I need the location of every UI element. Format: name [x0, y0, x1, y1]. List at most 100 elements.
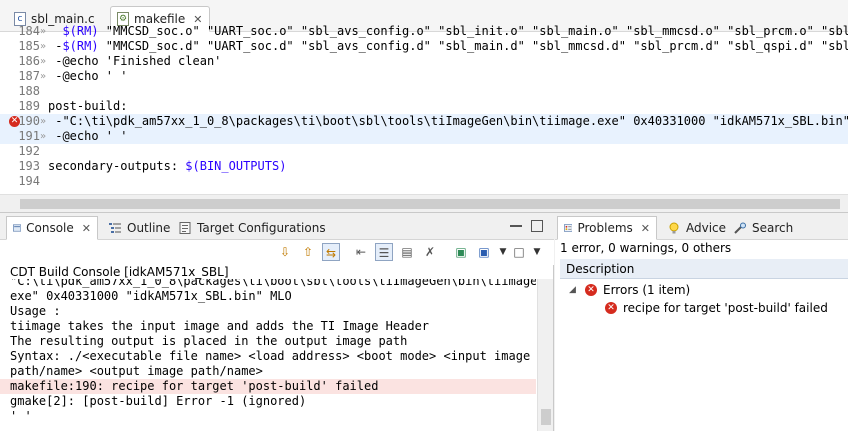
code-text: -$(RM) "MMCSD_soc.d" "UART_soc.d" "sbl_a…	[48, 39, 848, 54]
error-group-label: Errors (1 item)	[603, 283, 691, 297]
outline-icon	[109, 223, 121, 233]
problem-item-row[interactable]: ✕ recipe for target 'post-build' failed	[605, 299, 828, 317]
tab-advice[interactable]: Advice	[661, 216, 732, 240]
tab-search[interactable]: Search	[727, 216, 799, 240]
problems-summary: 1 error, 0 warnings, 0 others	[560, 241, 732, 255]
close-icon[interactable]: ✕	[641, 222, 650, 235]
error-group-row[interactable]: ◢ ✕ Errors (1 item)	[569, 281, 690, 299]
problem-item-label: recipe for target 'post-build' failed	[623, 301, 828, 315]
scroll-up-icon[interactable]: ⇧	[299, 243, 317, 261]
code-line[interactable]: 193 secondary-outputs: $(BIN_OUTPUTS)	[0, 159, 848, 174]
code-token: -@echo ' '	[48, 129, 128, 143]
tab-problems[interactable]: Problems ✕	[557, 216, 657, 240]
console-icon	[13, 224, 22, 232]
show-console-icon[interactable]: ☰	[375, 243, 393, 261]
display-console-icon[interactable]: ▣	[475, 243, 493, 261]
console-line: gmake[2]: [post-build] Error -1 (ignored…	[10, 394, 307, 408]
make-variable: $(BIN_OUTPUTS)	[185, 159, 287, 173]
code-token: -@echo ' '	[48, 69, 128, 83]
code-text: post-build:	[48, 99, 127, 114]
code-token: "MMCSD_soc.o" "UART_soc.o" "sbl_avs_conf…	[98, 24, 848, 38]
code-line[interactable]: 192	[0, 144, 848, 159]
line-number: 186	[18, 54, 40, 68]
code-line[interactable]: 188	[0, 84, 848, 99]
expand-arrow-icon[interactable]: ◢	[569, 281, 579, 299]
console-toolbar: ⇩ ⇧ ⇆ ⇤ ☰ ▤ ✗ ▣ ▣ ▼ □ ▼	[0, 240, 554, 265]
code-line[interactable]: 194	[0, 174, 848, 189]
remove-console-icon[interactable]: ✗	[421, 243, 439, 261]
new-console-icon[interactable]: □	[510, 243, 528, 261]
tab-marker: »	[40, 116, 47, 127]
line-number: 192	[18, 144, 40, 158]
console-line: Syntax: ./<executable file name> <load a…	[10, 349, 531, 363]
pin-console-icon[interactable]: ▣	[452, 243, 470, 261]
line-number: 193	[18, 159, 40, 173]
minimize-button[interactable]	[510, 225, 522, 227]
code-token: -@echo 'Finished clean'	[48, 54, 222, 68]
console-panel: Console ✕ Outline Target Configurations …	[0, 213, 554, 431]
error-icon: ✕	[585, 284, 597, 296]
code-text: -@echo ' '	[48, 129, 127, 144]
make-variable: $(RM)	[62, 39, 99, 53]
code-token: "MMCSD_soc.d" "UART_soc.d" "sbl_avs_conf…	[98, 39, 848, 53]
console-line: The resulting output is placed in the ou…	[10, 334, 408, 348]
tab-label: Console	[26, 221, 74, 235]
error-icon: ✕	[605, 302, 617, 314]
console-line: tiimage takes the input image and adds t…	[10, 319, 430, 333]
tab-label: Outline	[127, 221, 171, 235]
scrollbar-thumb[interactable]	[20, 199, 840, 209]
clear-console-icon[interactable]: ▤	[398, 243, 416, 261]
tab-label: Target Configurations	[197, 221, 326, 235]
word-wrap-icon[interactable]: ⇤	[352, 243, 370, 261]
console-title: CDT Build Console [idkAM571x_SBL]	[10, 265, 229, 279]
code-token: -	[48, 39, 63, 53]
code-text: $(RM) "MMCSD_soc.o" "UART_soc.o" "sbl_av…	[48, 24, 848, 39]
close-icon[interactable]: ✕	[82, 222, 91, 235]
target-config-icon	[179, 222, 191, 234]
code-editor[interactable]: 184» $(RM) "MMCSD_soc.o" "UART_soc.o" "s…	[0, 24, 848, 192]
tab-marker: »	[40, 71, 47, 82]
tab-label: Search	[752, 221, 794, 235]
scroll-down-icon[interactable]: ⇩	[276, 243, 294, 261]
tab-marker: »	[40, 26, 47, 37]
line-number: 188	[18, 84, 40, 98]
console-vertical-scrollbar[interactable]	[537, 279, 553, 431]
code-line[interactable]: 184» $(RM) "MMCSD_soc.o" "UART_soc.o" "s…	[0, 24, 848, 39]
code-text: secondary-outputs: $(BIN_OUTPUTS)	[48, 159, 286, 174]
line-number: 184	[18, 24, 40, 38]
code-text: -@echo 'Finished clean'	[48, 54, 221, 69]
console-line: Usage :	[10, 304, 61, 318]
column-header-description[interactable]: Description	[560, 259, 848, 279]
editor-horizontal-scrollbar[interactable]	[0, 194, 848, 212]
code-token: post-build:	[48, 99, 128, 113]
tab-outline[interactable]: Outline	[102, 216, 176, 240]
scrollbar-thumb[interactable]	[541, 409, 551, 425]
tab-label: Problems	[577, 221, 633, 235]
console-tab-bar: Console ✕ Outline Target Configurations	[0, 213, 554, 240]
line-number: 191	[18, 129, 40, 143]
scroll-lock-icon[interactable]: ⇆	[322, 243, 340, 261]
line-number: 194	[18, 174, 40, 188]
code-line[interactable]: 191» -@echo ' '	[0, 129, 848, 144]
code-text: -@echo ' '	[48, 69, 127, 84]
problems-panel: Problems ✕ Advice Search 1 error, 0 warn…	[555, 213, 848, 431]
tab-console[interactable]: Console ✕	[6, 216, 98, 240]
tab-target-configurations[interactable]: Target Configurations	[172, 216, 332, 240]
console-output[interactable]: "C:\ti\pdk_am57xx_1_0_8\packages\ti\boot…	[0, 279, 536, 431]
code-token: -"C:\ti\pdk_am57xx_1_0_8\packages\ti\boo…	[48, 114, 848, 128]
maximize-button[interactable]	[531, 220, 543, 232]
code-line[interactable]: ✕ 190» -"C:\ti\pdk_am57xx_1_0_8\packages\…	[0, 114, 848, 129]
code-line[interactable]: 189 post-build:	[0, 99, 848, 114]
code-token: secondary-outputs:	[48, 159, 186, 173]
code-line[interactable]: 187» -@echo ' '	[0, 69, 848, 84]
problems-tab-bar: Problems ✕ Advice Search	[555, 213, 848, 240]
console-line: exe" 0x40331000 "idkAM571x_SBL.bin" MLO	[10, 289, 292, 303]
code-line[interactable]: 186» -@echo 'Finished clean'	[0, 54, 848, 69]
code-text: -"C:\ti\pdk_am57xx_1_0_8\packages\ti\boo…	[48, 114, 848, 129]
tab-marker: »	[40, 131, 47, 142]
tab-label: Advice	[686, 221, 727, 235]
line-number: 187	[18, 69, 40, 83]
code-line[interactable]: 185» -$(RM) "MMCSD_soc.d" "UART_soc.d" "…	[0, 39, 848, 54]
chevron-down-icon[interactable]: ▼	[528, 243, 546, 261]
